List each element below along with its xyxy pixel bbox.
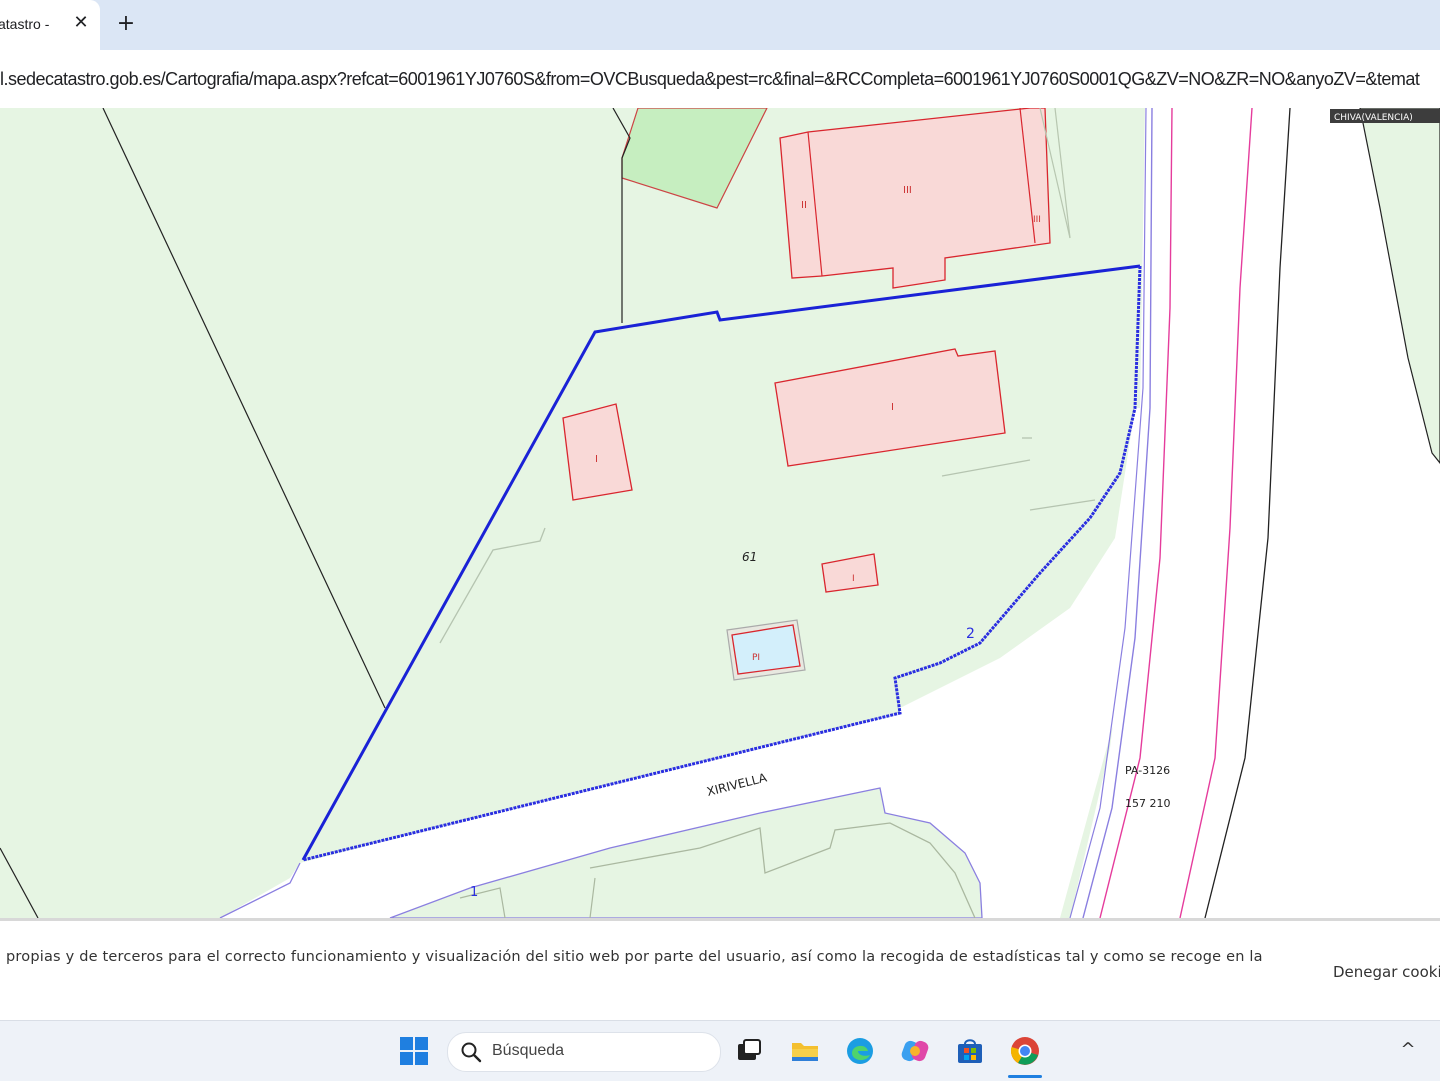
task-view-icon[interactable] xyxy=(733,1035,765,1067)
browser-tab[interactable]: atastro - ✕ xyxy=(0,0,100,50)
chrome-icon[interactable] xyxy=(1009,1035,1041,1067)
building-label-small: I xyxy=(852,574,855,584)
edge-icon[interactable] xyxy=(844,1035,876,1067)
boundary-marker-2: 2 xyxy=(966,626,975,642)
chevron-up-icon[interactable]: ^ xyxy=(1396,1039,1420,1063)
address-bar[interactable]: l.sedecatastro.gob.es/Cartografia/mapa.a… xyxy=(0,50,1440,109)
boundary-marker-1: 1 xyxy=(470,885,478,900)
browser-tab-bar: atastro - ✕ + xyxy=(0,0,1440,50)
deny-cookies-button[interactable]: Denegar cooki xyxy=(1333,963,1440,981)
cadastral-map[interactable]: II III III I I I PI 61 XIRIVELLA PA-3126… xyxy=(0,108,1440,918)
new-tab-icon[interactable]: + xyxy=(114,12,138,36)
building-label-III-edge: III xyxy=(1033,215,1041,225)
building-label-II: II xyxy=(801,200,807,211)
cookie-text: propias y de terceros para el correcto f… xyxy=(6,949,1263,965)
road-km: 157 210 xyxy=(1125,797,1171,810)
copilot-icon[interactable] xyxy=(899,1035,931,1067)
building-label-III: III xyxy=(903,185,912,196)
map-canvas[interactable]: II III III I I I PI 61 XIRIVELLA PA-3126… xyxy=(0,108,1440,918)
pool-label: PI xyxy=(752,653,760,663)
parcel-number: 61 xyxy=(742,550,757,564)
search-placeholder: Búsqueda xyxy=(492,1042,565,1059)
windows-start-icon[interactable] xyxy=(398,1035,430,1067)
cookie-banner: propias y de terceros para el correcto f… xyxy=(0,918,1440,1023)
url-text[interactable]: l.sedecatastro.gob.es/Cartografia/mapa.a… xyxy=(0,69,1420,90)
file-explorer-icon[interactable] xyxy=(789,1035,821,1067)
store-icon[interactable] xyxy=(954,1035,986,1067)
municipality-badge: CHIVA(VALENCIA) xyxy=(1334,113,1413,123)
road-label: PA-3126 xyxy=(1125,764,1170,777)
active-app-indicator xyxy=(1008,1075,1042,1078)
taskbar: Búsqueda ^ xyxy=(0,1020,1440,1081)
close-icon[interactable]: ✕ xyxy=(72,12,90,34)
building-label-east: I xyxy=(891,402,894,413)
tab-title: atastro - xyxy=(0,16,50,32)
taskbar-search[interactable]: Búsqueda xyxy=(447,1032,721,1072)
building-label-west: I xyxy=(595,454,598,465)
search-icon xyxy=(461,1042,482,1063)
